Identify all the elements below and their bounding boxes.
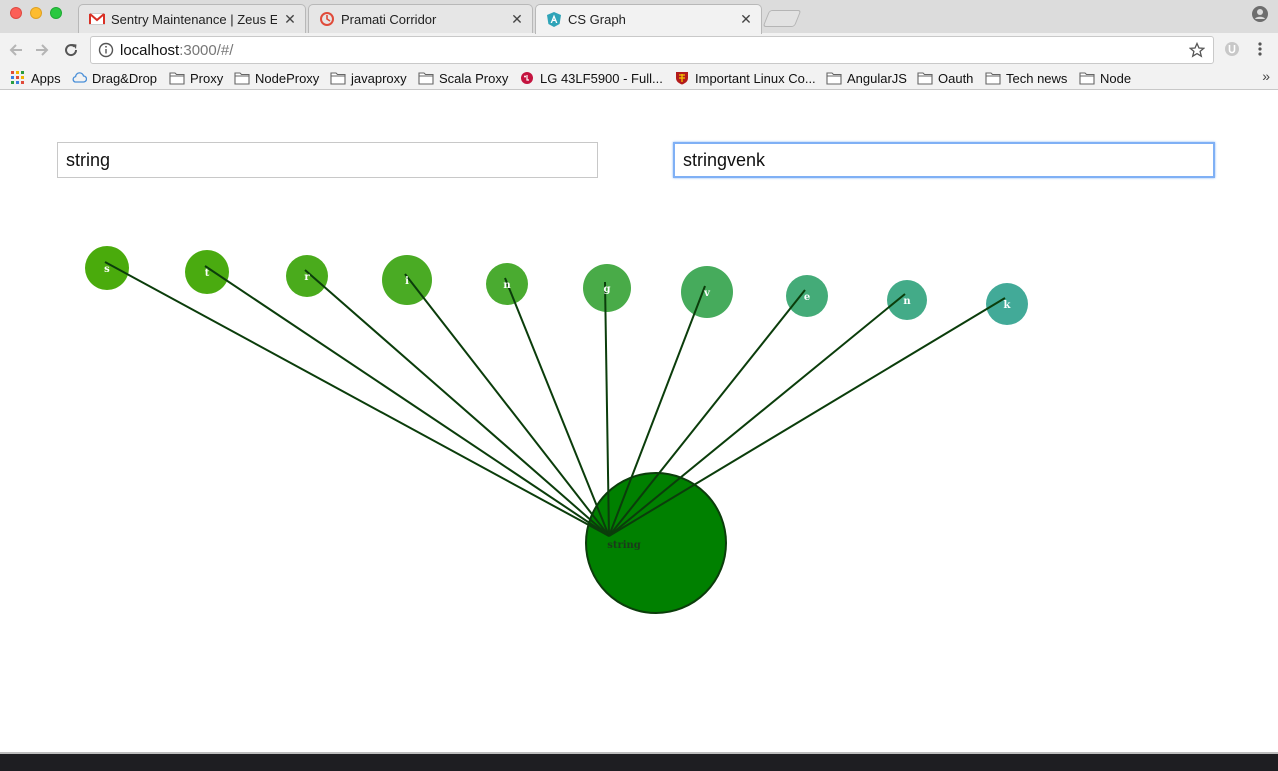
bookmark-node[interactable]: Node <box>1079 69 1131 87</box>
graph-root-label: string <box>607 540 641 551</box>
folder-icon <box>985 72 1001 85</box>
bookmark-scala-proxy[interactable]: Scala Proxy <box>418 69 508 87</box>
graph-link <box>608 297 1006 537</box>
info-icon[interactable] <box>98 42 114 58</box>
reload-button[interactable] <box>61 40 81 60</box>
bookmark-label: NodeProxy <box>255 70 320 86</box>
graph-node-label: e <box>804 292 810 303</box>
tab-close-icon[interactable]: ✕ <box>739 11 753 28</box>
bookmark-label: Proxy <box>190 70 224 86</box>
tab-title: Sentry Maintenance | Zeus Em <box>111 11 277 27</box>
zoom-window-button[interactable] <box>50 7 62 19</box>
url-path: :3000/#/ <box>179 41 234 59</box>
graph-node-label: k <box>1004 300 1012 311</box>
bookmark-apps[interactable]: Apps <box>10 69 61 87</box>
minimize-window-button[interactable] <box>30 7 42 19</box>
bookmark-dragdrop[interactable]: Drag&Drop <box>71 69 157 87</box>
close-window-button[interactable] <box>10 7 22 19</box>
bookmarks-overflow-button[interactable]: » <box>1262 68 1270 84</box>
url-host: localhost <box>120 41 180 59</box>
profile-icon[interactable] <box>1252 6 1268 22</box>
folder-icon <box>330 72 346 85</box>
bookmark-javaproxy[interactable]: javaproxy <box>330 69 407 87</box>
graph-node-label: g <box>604 284 611 295</box>
bookmark-label: Drag&Drop <box>92 70 158 86</box>
address-bar[interactable]: localhost:3000/#/ <box>90 36 1214 64</box>
graph-node-label: t <box>205 268 210 279</box>
dock-strip <box>0 754 1278 771</box>
shield-crest-icon <box>676 72 688 85</box>
arrow-left-icon <box>9 44 22 56</box>
extension-icon[interactable] <box>1224 41 1240 57</box>
graph-node-label: n <box>903 296 911 307</box>
cs-graph: s t r i n g v e n kstring <box>85 246 1028 614</box>
more-menu-icon[interactable] <box>1252 41 1268 57</box>
folder-icon <box>234 72 250 85</box>
folder-icon <box>1079 72 1095 85</box>
tab-close-icon[interactable]: ✕ <box>510 11 524 28</box>
forward-button[interactable] <box>32 40 52 60</box>
tab-title: Pramati Corridor <box>341 11 437 27</box>
graph-link <box>104 261 610 537</box>
graph-node-label: r <box>304 272 310 283</box>
bookmark-label: LG 43LF5900 - Full... <box>540 70 663 86</box>
bookmark-label: javaproxy <box>351 70 407 86</box>
bookmark-label: Oauth <box>938 70 974 86</box>
graph-link <box>204 265 610 537</box>
bookmark-star-icon[interactable] <box>1189 42 1205 58</box>
angular-icon <box>546 12 562 28</box>
browser-toolbar: localhost:3000/#/ <box>0 33 1278 67</box>
cloud-icon <box>72 72 87 83</box>
tab-pramati[interactable]: Pramati Corridor ✕ <box>308 4 533 33</box>
folder-icon <box>418 72 434 85</box>
bookmark-label: Tech news <box>1006 70 1068 86</box>
graph-node-label: v <box>703 288 711 299</box>
graph-node-label: s <box>104 264 110 275</box>
bookmark-label: Node <box>1100 70 1132 86</box>
tab-cs-graph[interactable]: CS Graph ✕ <box>535 4 762 34</box>
bookmark-oauth[interactable]: Oauth <box>917 69 973 87</box>
graph-link <box>404 273 610 537</box>
folder-icon <box>917 72 933 85</box>
back-button[interactable] <box>6 40 26 60</box>
graph-node-label: n <box>503 280 511 291</box>
bookmark-label: Scala Proxy <box>439 70 509 86</box>
tab-close-icon[interactable]: ✕ <box>283 11 297 28</box>
folder-icon <box>826 72 842 85</box>
bookmark-label: AngularJS <box>847 70 907 86</box>
gmail-icon <box>89 11 105 27</box>
graph-node-label: i <box>405 276 409 287</box>
tab-strip: Sentry Maintenance | Zeus Em ✕ Pramati C… <box>0 0 1278 34</box>
pramati-icon <box>319 11 335 27</box>
bookmark-nodeproxy[interactable]: NodeProxy <box>234 69 319 87</box>
lg-icon <box>521 72 533 84</box>
bookmark-lg[interactable]: LG 43LF5900 - Full... <box>519 69 663 87</box>
bookmark-label: Apps <box>31 70 61 86</box>
bookmarks-bar: Apps Drag&Drop Proxy NodeProxy javaproxy… <box>0 67 1278 90</box>
tab-sentry[interactable]: Sentry Maintenance | Zeus Em ✕ <box>78 4 306 33</box>
graph-link <box>504 277 610 537</box>
arrow-right-icon <box>36 44 49 56</box>
tab-title: CS Graph <box>568 12 626 27</box>
apps-grid-icon <box>11 71 24 84</box>
bookmark-angularjs[interactable]: AngularJS <box>826 69 907 87</box>
folder-icon <box>169 72 185 85</box>
graph-link <box>608 293 906 537</box>
bookmark-tech-news[interactable]: Tech news <box>985 69 1067 87</box>
new-tab-button[interactable] <box>762 10 802 27</box>
bookmark-label: Important Linux Co... <box>695 70 816 86</box>
reload-icon <box>65 44 78 57</box>
bookmark-proxy[interactable]: Proxy <box>169 69 223 87</box>
bookmark-linux-commands[interactable]: Important Linux Co... <box>674 69 816 87</box>
graph-link <box>304 269 610 537</box>
